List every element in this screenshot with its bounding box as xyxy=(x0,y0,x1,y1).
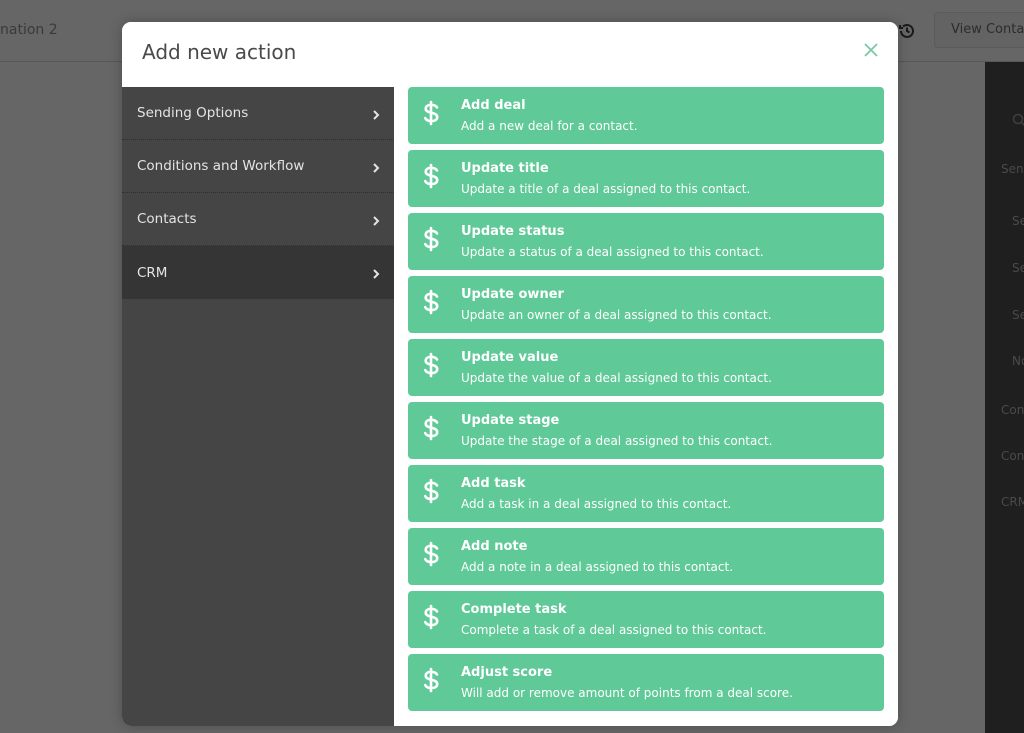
dollar-icon xyxy=(422,289,440,315)
sidebar-item-conditions-and-workflow[interactable]: Conditions and Workflow xyxy=(122,140,394,193)
right-panel-item: CRM xyxy=(1001,495,1024,509)
action-card-update-owner[interactable]: Update owner Update an owner of a deal as… xyxy=(408,276,884,333)
action-card-add-note[interactable]: Add note Add a note in a deal assigned to… xyxy=(408,528,884,585)
dollar-icon xyxy=(422,667,440,693)
right-panel-item: Se xyxy=(1012,261,1024,275)
view-contact-button-label: View Contac xyxy=(951,22,1024,37)
history-icon[interactable] xyxy=(898,22,916,40)
view-contact-button[interactable]: View Contac xyxy=(934,12,1024,48)
right-panel-item: Se xyxy=(1012,308,1024,322)
dollar-icon xyxy=(422,226,440,252)
action-card-add-deal[interactable]: Add deal Add a new deal for a contact. xyxy=(408,87,884,144)
dollar-icon xyxy=(422,352,440,378)
chevron-right-icon xyxy=(372,106,380,120)
add-action-modal: Add new action Sending Options Condition… xyxy=(122,22,898,726)
action-description: Add a new deal for a contact. xyxy=(461,119,638,133)
action-title: Complete task xyxy=(461,602,567,617)
action-title: Add note xyxy=(461,539,528,554)
dollar-icon xyxy=(422,541,440,567)
background-page-title: nation 2 xyxy=(0,22,58,38)
dollar-icon xyxy=(422,415,440,441)
action-card-complete-task[interactable]: Complete task Complete a task of a deal a… xyxy=(408,591,884,648)
right-panel-item: Con xyxy=(1001,449,1024,463)
sidebar-item-label: CRM xyxy=(137,264,168,281)
close-button[interactable] xyxy=(860,39,882,61)
modal-title: Add new action xyxy=(142,40,297,64)
search-icon xyxy=(1012,112,1024,127)
action-title: Add deal xyxy=(461,98,526,113)
action-description: Add a task in a deal assigned to this co… xyxy=(461,497,732,511)
action-card-adjust-score[interactable]: Adjust score Will add or remove amount of… xyxy=(408,654,884,711)
action-list: Add deal Add a new deal for a contact. Upd… xyxy=(394,87,898,726)
action-card-update-stage[interactable]: Update stage Update the stage of a deal a… xyxy=(408,402,884,459)
action-card-add-task[interactable]: Add task Add a task in a deal assigned to… xyxy=(408,465,884,522)
action-title: Adjust score xyxy=(461,665,553,680)
action-card-update-status[interactable]: Update status Update a status of a deal a… xyxy=(408,213,884,270)
right-panel-item: No xyxy=(1012,354,1024,368)
action-title: Update stage xyxy=(461,413,560,428)
sidebar-item-label: Sending Options xyxy=(137,105,249,121)
action-description: Complete a task of a deal assigned to th… xyxy=(461,623,767,637)
action-description: Update a status of a deal assigned to th… xyxy=(461,245,764,259)
action-card-update-value[interactable]: Update value Update the value of a deal a… xyxy=(408,339,884,396)
sidebar-item-crm[interactable]: CRM xyxy=(122,246,394,299)
right-panel-item: Se xyxy=(1012,214,1024,228)
dollar-icon xyxy=(422,100,440,126)
modal-header: Add new action xyxy=(122,22,898,87)
dollar-icon xyxy=(422,604,440,630)
action-title: Update title xyxy=(461,161,549,176)
category-sidebar: Sending Options Conditions and Workflow … xyxy=(122,87,394,726)
sidebar-item-contacts[interactable]: Contacts xyxy=(122,193,394,246)
action-title: Update owner xyxy=(461,287,564,302)
action-description: Update an owner of a deal assigned to th… xyxy=(461,308,772,322)
action-title: Update status xyxy=(461,224,565,239)
action-description: Add a note in a deal assigned to this co… xyxy=(461,560,734,574)
right-panel-item: Con xyxy=(1001,403,1024,417)
action-description: Update a title of a deal assigned to thi… xyxy=(461,182,751,196)
sidebar-item-sending-options[interactable]: Sending Options xyxy=(122,87,394,140)
right-panel-item: Senc xyxy=(1001,162,1024,176)
close-icon xyxy=(860,43,882,65)
chevron-right-icon xyxy=(372,159,380,173)
dollar-icon xyxy=(422,478,440,504)
dollar-icon xyxy=(422,163,440,189)
action-title: Update value xyxy=(461,350,559,365)
action-description: Update the value of a deal assigned to t… xyxy=(461,371,772,385)
background-right-panel: Senc Se Se Se No Con Con CRM xyxy=(985,62,1024,733)
sidebar-item-label: Conditions and Workflow xyxy=(137,158,305,174)
action-card-update-title[interactable]: Update title Update a title of a deal ass… xyxy=(408,150,884,207)
chevron-right-icon xyxy=(372,265,380,279)
chevron-right-icon xyxy=(372,212,380,226)
action-description: Update the stage of a deal assigned to t… xyxy=(461,434,773,448)
sidebar-item-label: Contacts xyxy=(137,211,197,227)
action-description: Will add or remove amount of points from… xyxy=(461,686,793,700)
action-title: Add task xyxy=(461,476,526,491)
